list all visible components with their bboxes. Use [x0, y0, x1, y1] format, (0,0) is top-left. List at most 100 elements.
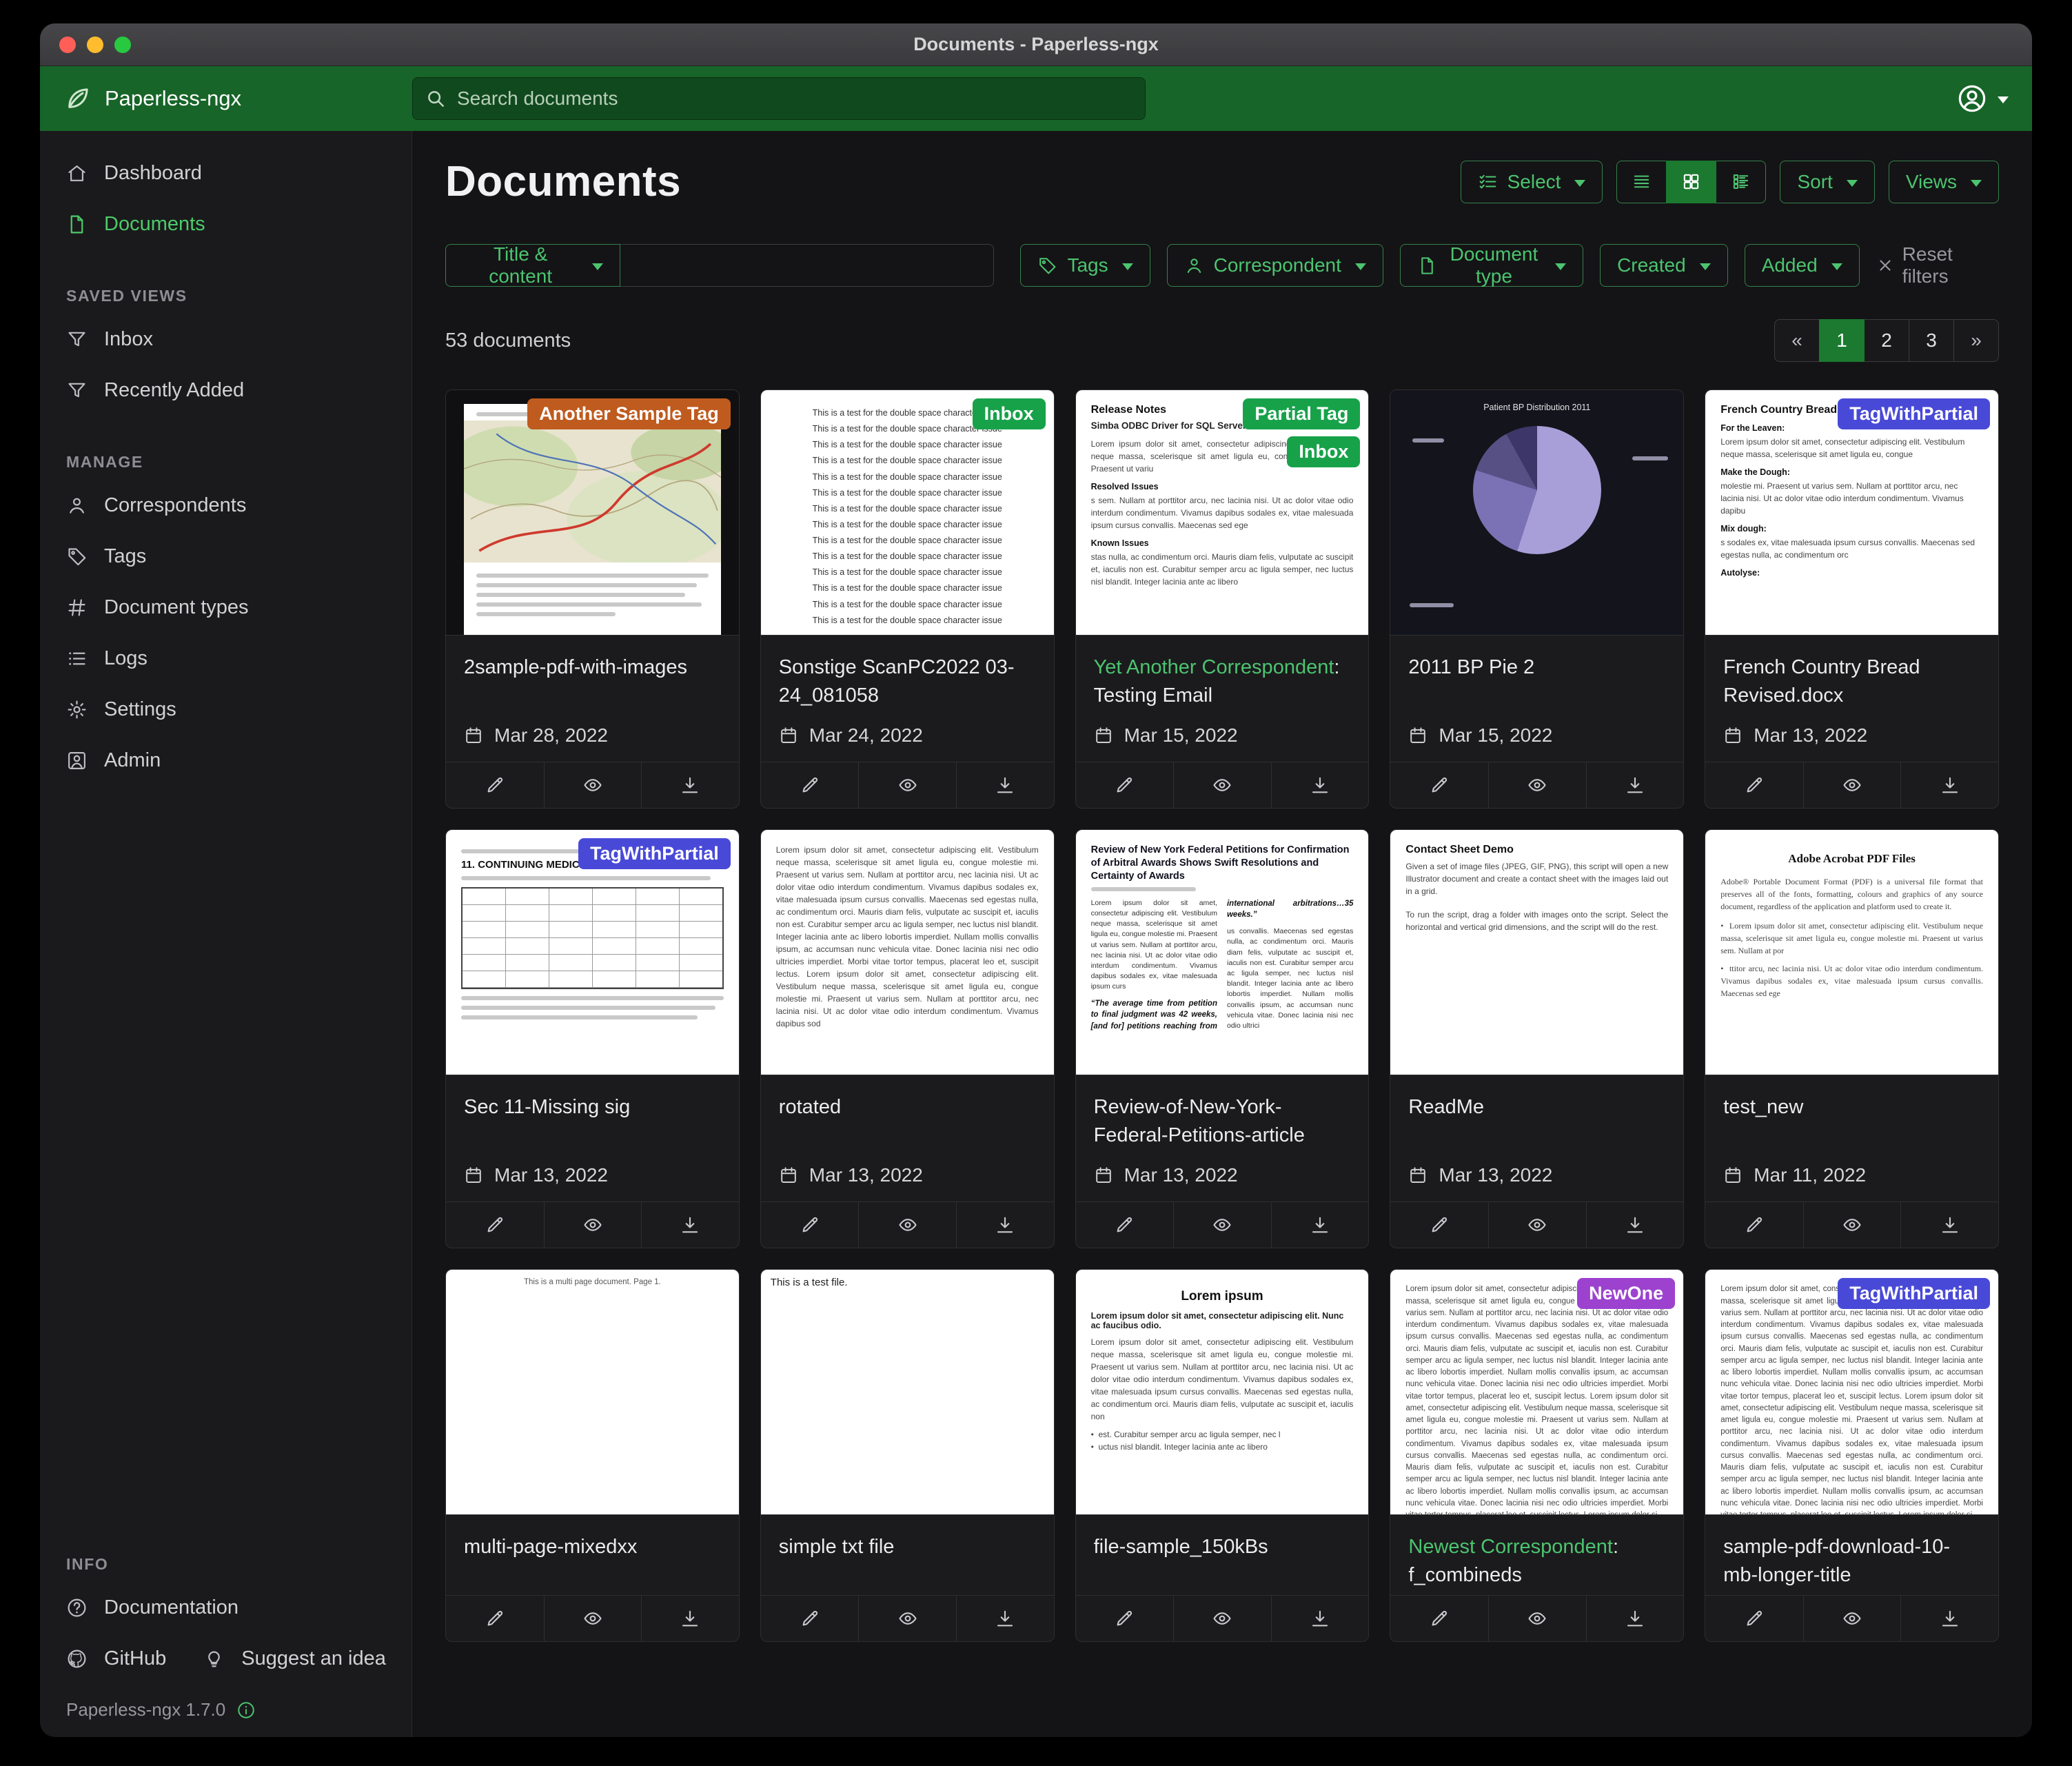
user-menu[interactable] [1956, 83, 2009, 114]
search-input[interactable] [456, 87, 1133, 110]
sidebar-item-documentation[interactable]: Documentation [40, 1582, 412, 1633]
document-thumbnail[interactable]: 11. CONTINUING MEDICAL EDUCATagWithParti… [446, 830, 739, 1075]
download-button[interactable] [1586, 1202, 1684, 1248]
document-card[interactable]: Lorem ipsum dolor sit amet, consectetur … [1390, 1269, 1684, 1641]
download-button[interactable] [956, 762, 1054, 808]
document-card[interactable]: This is a test for the double space char… [760, 389, 1055, 809]
filter-field-button[interactable]: Title & content [445, 244, 620, 287]
sidebar-item-correspondents[interactable]: Correspondents [40, 480, 412, 531]
download-button[interactable] [956, 1596, 1054, 1641]
document-card[interactable]: Lorem ipsumLorem ipsum dolor sit amet, c… [1075, 1269, 1370, 1641]
document-thumbnail[interactable]: Review of New York Federal Petitions for… [1076, 830, 1369, 1075]
zoom-window-button[interactable] [114, 37, 131, 53]
info-icon[interactable] [236, 1701, 256, 1720]
download-button[interactable] [1900, 1596, 1998, 1641]
sidebar-item-github[interactable]: GitHub [40, 1633, 177, 1684]
document-title[interactable]: 2011 BP Pie 2 [1390, 636, 1683, 715]
document-thumbnail[interactable]: This is a test for the double space char… [761, 390, 1054, 636]
filter-correspondent-button[interactable]: Correspondent [1167, 244, 1383, 287]
document-title[interactable]: multi-page-mixedxx [446, 1515, 739, 1594]
pagination-page-1[interactable]: 1 [1819, 319, 1865, 362]
document-card[interactable]: Another Sample Tag 2sample-pdf-with-image… [445, 389, 740, 809]
document-card[interactable]: This is a test file.simple txt file [760, 1269, 1055, 1641]
views-button[interactable]: Views [1889, 161, 1999, 203]
filter-text-input[interactable] [620, 244, 994, 287]
sidebar-item-dashboard[interactable]: Dashboard [40, 148, 412, 199]
pagination-prev[interactable]: « [1774, 319, 1820, 362]
tag-chip[interactable]: Another Sample Tag [527, 398, 731, 429]
edit-button[interactable] [446, 1596, 544, 1641]
app-brand[interactable]: Paperless-ngx [63, 84, 412, 113]
download-button[interactable] [1586, 762, 1684, 808]
document-title[interactable]: rotated [761, 1075, 1054, 1155]
edit-button[interactable] [761, 762, 859, 808]
edit-button[interactable] [446, 1202, 544, 1248]
download-button[interactable] [641, 762, 739, 808]
document-title[interactable]: Review-of-New-York-Federal-Petitions-art… [1076, 1075, 1369, 1155]
edit-button[interactable] [1705, 1596, 1803, 1641]
edit-button[interactable] [761, 1596, 859, 1641]
list-view-button[interactable] [1616, 161, 1667, 203]
edit-button[interactable] [1076, 1202, 1174, 1248]
document-title[interactable]: Yet Another Correspondent: Testing Email [1076, 636, 1369, 715]
document-thumbnail[interactable]: Release NotesSimba ODBC Driver for SQL S… [1076, 390, 1369, 636]
download-button[interactable] [1586, 1596, 1684, 1641]
preview-button[interactable] [858, 762, 956, 808]
sidebar-item-suggest-an-idea[interactable]: Suggest an idea [177, 1633, 397, 1684]
document-title[interactable]: Sonstige ScanPC2022 03-24_081058 [761, 636, 1054, 715]
sidebar-item-documents[interactable]: Documents [40, 199, 412, 250]
document-card[interactable]: Lorem ipsum dolor sit amet, consectetur … [760, 829, 1055, 1248]
preview-button[interactable] [1803, 762, 1901, 808]
sidebar-item-logs[interactable]: Logs [40, 633, 412, 684]
preview-button[interactable] [1488, 762, 1586, 808]
tag-chip[interactable]: Inbox [1287, 436, 1360, 467]
correspondent-link[interactable]: Newest Correspondent [1408, 1536, 1613, 1558]
sidebar-item-settings[interactable]: Settings [40, 684, 412, 735]
grid-view-button[interactable] [1666, 161, 1716, 203]
document-title[interactable]: French Country Bread Revised.docx [1705, 636, 1998, 715]
document-card[interactable]: Release NotesSimba ODBC Driver for SQL S… [1075, 389, 1370, 809]
document-card[interactable]: Patient BP Distribution 20112011 BP Pie … [1390, 389, 1684, 809]
download-button[interactable] [1271, 762, 1369, 808]
preview-button[interactable] [544, 762, 642, 808]
tag-chip[interactable]: TagWithPartial [1838, 398, 1990, 429]
minimize-window-button[interactable] [87, 37, 103, 53]
document-title[interactable]: Sec 11-Missing sig [446, 1075, 739, 1155]
edit-button[interactable] [1390, 1596, 1488, 1641]
download-button[interactable] [1271, 1596, 1369, 1641]
pagination-page-2[interactable]: 2 [1864, 319, 1909, 362]
edit-button[interactable] [446, 762, 544, 808]
preview-button[interactable] [544, 1596, 642, 1641]
filter-created-button[interactable]: Created [1600, 244, 1728, 287]
document-card[interactable]: 11. CONTINUING MEDICAL EDUCATagWithParti… [445, 829, 740, 1248]
document-thumbnail[interactable]: Lorem ipsum dolor sit amet, consectetur … [1390, 1270, 1683, 1515]
pagination-page-3[interactable]: 3 [1909, 319, 1954, 362]
reset-filters-button[interactable]: Reset filters [1876, 243, 1999, 287]
edit-button[interactable] [1705, 762, 1803, 808]
preview-button[interactable] [1488, 1596, 1586, 1641]
edit-button[interactable] [1076, 762, 1174, 808]
document-thumbnail[interactable]: This is a multi page document. Page 1. [446, 1270, 739, 1515]
tag-chip[interactable]: NewOne [1577, 1278, 1675, 1309]
preview-button[interactable] [1173, 1202, 1271, 1248]
document-thumbnail[interactable]: Another Sample Tag [446, 390, 739, 636]
document-title[interactable]: ReadMe [1390, 1075, 1683, 1155]
document-title[interactable]: 2sample-pdf-with-images [446, 636, 739, 715]
document-thumbnail[interactable]: This is a test file. [761, 1270, 1054, 1515]
sidebar-item-admin[interactable]: Admin [40, 735, 412, 786]
document-card[interactable]: Lorem ipsum dolor sit amet, consectetur … [1705, 1269, 1999, 1641]
select-button[interactable]: Select [1461, 161, 1603, 203]
edit-button[interactable] [1076, 1596, 1174, 1641]
tag-chip[interactable]: TagWithPartial [1838, 1278, 1990, 1309]
document-thumbnail[interactable]: Contact Sheet DemoGiven a set of image f… [1390, 830, 1683, 1075]
document-title[interactable]: sample-pdf-download-10-mb-longer-title [1705, 1515, 1998, 1594]
document-thumbnail[interactable]: Lorem ipsum dolor sit amet, consectetur … [1705, 1270, 1998, 1515]
preview-button[interactable] [1803, 1596, 1901, 1641]
document-title[interactable]: Newest Correspondent: f_combineds [1390, 1515, 1683, 1594]
document-thumbnail[interactable]: French Country BreadFor the Leaven:Lorem… [1705, 390, 1998, 636]
download-button[interactable] [641, 1202, 739, 1248]
correspondent-link[interactable]: Yet Another Correspondent [1094, 656, 1334, 678]
document-thumbnail[interactable]: Lorem ipsum dolor sit amet, consectetur … [761, 830, 1054, 1075]
preview-button[interactable] [858, 1596, 956, 1641]
document-thumbnail[interactable]: Adobe Acrobat PDF FilesAdobe® Portable D… [1705, 830, 1998, 1075]
